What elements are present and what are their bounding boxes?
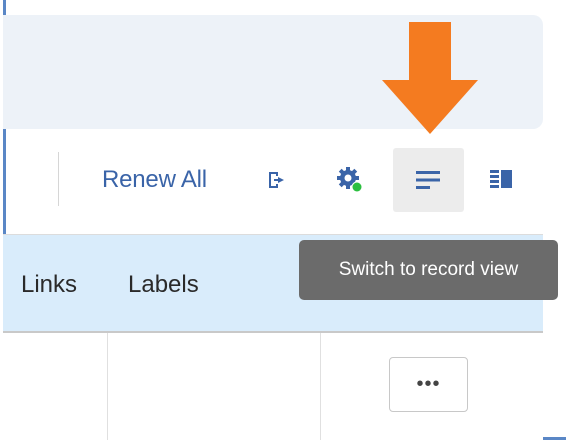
toolbar-divider: [58, 152, 59, 206]
annotation-arrow-icon: [382, 22, 478, 134]
record-view-icon: [415, 171, 440, 189]
settings-button[interactable]: [330, 160, 370, 200]
cell-divider: [320, 333, 321, 440]
column-header-links[interactable]: Links: [21, 271, 77, 299]
renew-all-button[interactable]: Renew All: [102, 166, 207, 194]
column-header-labels[interactable]: Labels: [128, 271, 199, 299]
export-button[interactable]: [258, 160, 298, 200]
export-icon: [269, 172, 284, 188]
cell-divider: [107, 333, 108, 440]
status-dot-icon: [352, 182, 362, 192]
tooltip: Switch to record view: [299, 240, 558, 300]
columns-view-button[interactable]: [481, 160, 521, 200]
row-actions-button[interactable]: •••: [389, 357, 468, 412]
record-view-button[interactable]: [393, 148, 464, 212]
settings-gear-icon: [337, 167, 363, 193]
tooltip-text: Switch to record view: [338, 259, 519, 280]
columns-view-icon: [490, 170, 512, 188]
